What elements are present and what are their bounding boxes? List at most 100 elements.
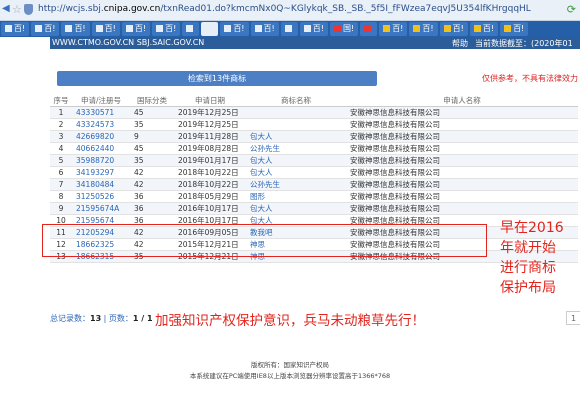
tab-label: 百! [44,24,56,33]
row-index: 9 [50,202,72,215]
tab-label: 百! [263,24,275,33]
browser-tab[interactable]: 百! [250,22,279,36]
mark-name-link[interactable]: 包大人 [246,154,346,167]
mark-name-link[interactable]: 包大人 [246,202,346,215]
browser-tab[interactable]: 百! [220,22,249,36]
browser-tab[interactable]: 百! [121,22,151,36]
mark-name-link[interactable]: 包大人 [246,130,346,143]
browser-tab[interactable]: 百! [439,22,468,36]
browser-tab[interactable]: 百! [152,22,181,36]
mark-name-link[interactable]: 公孙先生 [246,178,346,191]
tab-favicon-icon [65,25,73,32]
reg-number-link[interactable]: 31250526 [72,190,130,203]
table-header-row: 序号 申请/注册号 国际分类 申请日期 商标名称 申请人名称 [50,95,578,107]
tab-label: 百! [14,24,26,33]
mark-name-link[interactable] [246,106,346,119]
favorite-star-icon[interactable]: ☆ [12,3,22,16]
class-cell: 45 [130,142,174,155]
table-row[interactable]: 1 43330571 45 2019年12月25日 安徽神思信息科技有限公司 [50,106,578,119]
mark-name-link[interactable]: 公孙先生 [246,142,346,155]
browser-tab[interactable]: 百! [500,22,529,36]
class-cell: 35 [130,118,174,131]
date-cell: 2019年01月17日 [174,154,246,167]
applicant-cell: 安徽神思信息科技有限公司 [346,166,578,179]
table-row[interactable]: 6 34193297 42 2018年10月22日 包大人 安徽神思信息科技有限公司 [50,166,578,179]
browser-tab[interactable] [360,22,378,36]
tab-label: 百! [422,24,434,33]
slogan: 加强知识产权保护意识，兵马未动粮草先行！ [155,313,425,329]
reg-number-link[interactable]: 40662440 [72,142,130,155]
browser-tab[interactable]: 百! [31,22,60,36]
browser-tab[interactable] [201,22,219,36]
reg-number-link[interactable]: 34180484 [72,178,130,191]
mark-name-link[interactable] [246,118,346,131]
date-cell: 2019年12月25日 [174,106,246,119]
browser-tab-bar: 百! 百! 百! 百! 百! 百! 百! 百! 百! 国! 百! 百! 百! 百! 百! [0,21,580,37]
disclaimer: 仅供参考，不具有法律效力 [482,74,578,83]
table-row[interactable]: 4 40662440 45 2019年08月28日 公孙先生 安徽神思信息科技有限公司 [50,142,578,155]
total-count: 13 [90,314,102,323]
header-date: 申请日期 [174,95,246,107]
tab-label: 百! [74,24,86,33]
back-icon[interactable]: ◀ [2,3,10,14]
browser-tab[interactable]: 百! [409,22,438,36]
class-cell: 42 [130,178,174,191]
mark-name-link[interactable]: 图形 [246,190,346,203]
mark-name-link[interactable]: 包大人 [246,166,346,179]
reg-number-link[interactable]: 43324573 [72,118,130,131]
browser-tab[interactable] [280,22,298,36]
tab-label: 百! [312,24,324,33]
tab-label: 国! [342,24,355,33]
row-index: 7 [50,178,72,191]
browser-tab[interactable]: 百! [469,22,499,36]
url-text[interactable]: http://wcjs.sbj.cnipa.gov.cn/txnRead01.d… [38,4,558,14]
help-link[interactable]: 帮助 [452,38,468,49]
table-row[interactable]: 9 21595674A 36 2016年10月17日 包大人 安徽神思信息科技有限公司 [50,202,578,215]
applicant-cell: 安徽神思信息科技有限公司 [346,106,578,119]
class-cell: 42 [130,166,174,179]
date-cell: 2018年10月22日 [174,178,246,191]
applicant-cell: 安徽神思信息科技有限公司 [346,190,578,203]
date-cell: 2019年08月28日 [174,142,246,155]
table-row[interactable]: 2 43324573 35 2019年12月25日 安徽神思信息科技有限公司 [50,118,578,131]
table-row[interactable]: 3 42669820 9 2019年11月28日 包大人 安徽神思信息科技有限公司 [50,130,578,143]
browser-tab[interactable]: 百! [299,22,328,36]
total-label: 总记录数： [50,314,90,323]
tab-favicon-icon [156,25,164,32]
browser-tab[interactable] [182,22,200,36]
tab-favicon-icon [504,25,512,32]
header-mark-name: 商标名称 [246,95,346,107]
address-bar[interactable]: ◀ ☆ http://wcjs.sbj.cnipa.gov.cn/txnRead… [0,0,580,21]
page-button[interactable]: 1 [566,311,580,325]
row-index: 8 [50,190,72,203]
date-cell: 2019年12月25日 [174,118,246,131]
reg-number-link[interactable]: 21595674A [72,202,130,215]
row-index: 2 [50,118,72,131]
reg-number-link[interactable]: 34193297 [72,166,130,179]
browser-tab[interactable]: 百! [61,22,90,36]
row-index: 4 [50,142,72,155]
table-row[interactable]: 7 34180484 42 2018年10月22日 公孙先生 安徽神思信息科技有限公司 [50,178,578,191]
tab-favicon-icon [284,25,292,32]
browser-tab[interactable]: 百! [379,22,408,36]
date-cell: 2018年05月29日 [174,190,246,203]
table-row[interactable]: 5 35988720 35 2019年01月17日 包大人 安徽神思信息科技有限公司 [50,154,578,167]
browser-tab[interactable]: 国! [329,22,359,36]
tab-favicon-icon [35,25,43,32]
reg-number-link[interactable]: 42669820 [72,130,130,143]
tab-favicon-icon [443,25,451,32]
table-row[interactable]: 8 31250526 36 2018年05月29日 图形 安徽神思信息科技有限公司 [50,190,578,203]
security-shield-icon [24,4,33,15]
data-cutoff: 当前数据截至：(2020年01月01日) [475,39,573,59]
annotation-line: 保护布局 [500,280,556,296]
reg-number-link[interactable]: 43330571 [72,106,130,119]
refresh-icon[interactable]: ⟳ [567,3,576,16]
browser-tab[interactable]: 百! [1,22,30,36]
tab-favicon-icon [125,25,133,32]
browser-tab[interactable]: 百! [91,22,120,36]
class-cell: 9 [130,130,174,143]
pages-label: | 页数： [101,314,133,323]
tab-label: 百! [165,24,177,33]
reg-number-link[interactable]: 35988720 [72,154,130,167]
applicant-cell: 安徽神思信息科技有限公司 [346,202,578,215]
